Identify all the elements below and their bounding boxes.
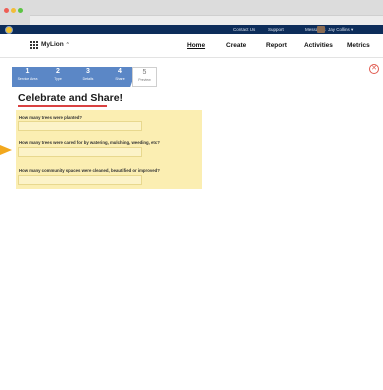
share-form: How many trees were planted? How many tr… <box>16 110 202 189</box>
step-preview[interactable]: 5 Preview <box>132 67 157 87</box>
step-number: 1 <box>25 68 30 75</box>
step-number: 3 <box>86 68 90 75</box>
support-link[interactable]: Support <box>268 26 284 33</box>
app-grid-icon[interactable] <box>30 41 38 49</box>
step-label: Service Area <box>17 77 38 81</box>
window-minimize-dot[interactable] <box>11 8 16 13</box>
lions-logo-icon[interactable] <box>5 26 13 34</box>
community-spaces-input[interactable] <box>18 175 142 185</box>
step-label: Preview <box>138 78 151 82</box>
chevron-up-icon: ⌃ <box>65 42 70 48</box>
nav-home[interactable]: Home <box>187 42 205 49</box>
arrow-pointer-icon <box>0 145 12 155</box>
nav-create[interactable]: Create <box>226 42 246 49</box>
main-navbar: MyLion ⌃ Home Create Report Activities M… <box>0 34 383 58</box>
close-icon[interactable]: ✕ <box>369 64 379 74</box>
window-close-dot[interactable] <box>4 8 9 13</box>
question-trees-cared: How many trees were cared for by waterin… <box>19 140 160 145</box>
brand-label: MyLion <box>41 41 64 48</box>
nav-metrics[interactable]: Metrics <box>347 42 370 49</box>
page-title: Celebrate and Share! <box>18 92 124 104</box>
step-progress: 1 Service Area 2 Type 3 Details 4 Share … <box>12 67 177 87</box>
trees-cared-input[interactable] <box>18 147 142 157</box>
question-trees-planted: How many trees were planted? <box>19 115 83 120</box>
nav-activities[interactable]: Activities <box>304 42 333 49</box>
question-community-spaces: How many community spaces were cleaned, … <box>19 168 160 173</box>
step-details[interactable]: 3 Details <box>73 67 103 87</box>
contact-us-link[interactable]: Contact Us <box>233 26 255 33</box>
trees-planted-input[interactable] <box>18 121 142 131</box>
step-number: 2 <box>56 68 60 75</box>
browser-tab-strip <box>30 15 383 25</box>
user-menu[interactable]: Jay Collins ▾ <box>328 26 353 33</box>
window-maximize-dot[interactable] <box>18 8 23 13</box>
step-label: Type <box>54 77 62 81</box>
step-type[interactable]: 2 Type <box>43 67 73 87</box>
brand-menu[interactable]: MyLion ⌃ <box>41 41 70 48</box>
step-number: 5 <box>142 69 147 76</box>
nav-report[interactable]: Report <box>266 42 287 49</box>
step-label: Details <box>82 77 94 81</box>
utility-bar: Contact Us Support Messages Jay Collins … <box>0 25 383 34</box>
step-service-area[interactable]: 1 Service Area <box>12 67 43 87</box>
browser-chrome <box>0 0 383 25</box>
title-underline <box>18 105 107 107</box>
avatar[interactable] <box>317 26 325 33</box>
browser-window: Contact Us Support Messages Jay Collins … <box>0 0 383 390</box>
